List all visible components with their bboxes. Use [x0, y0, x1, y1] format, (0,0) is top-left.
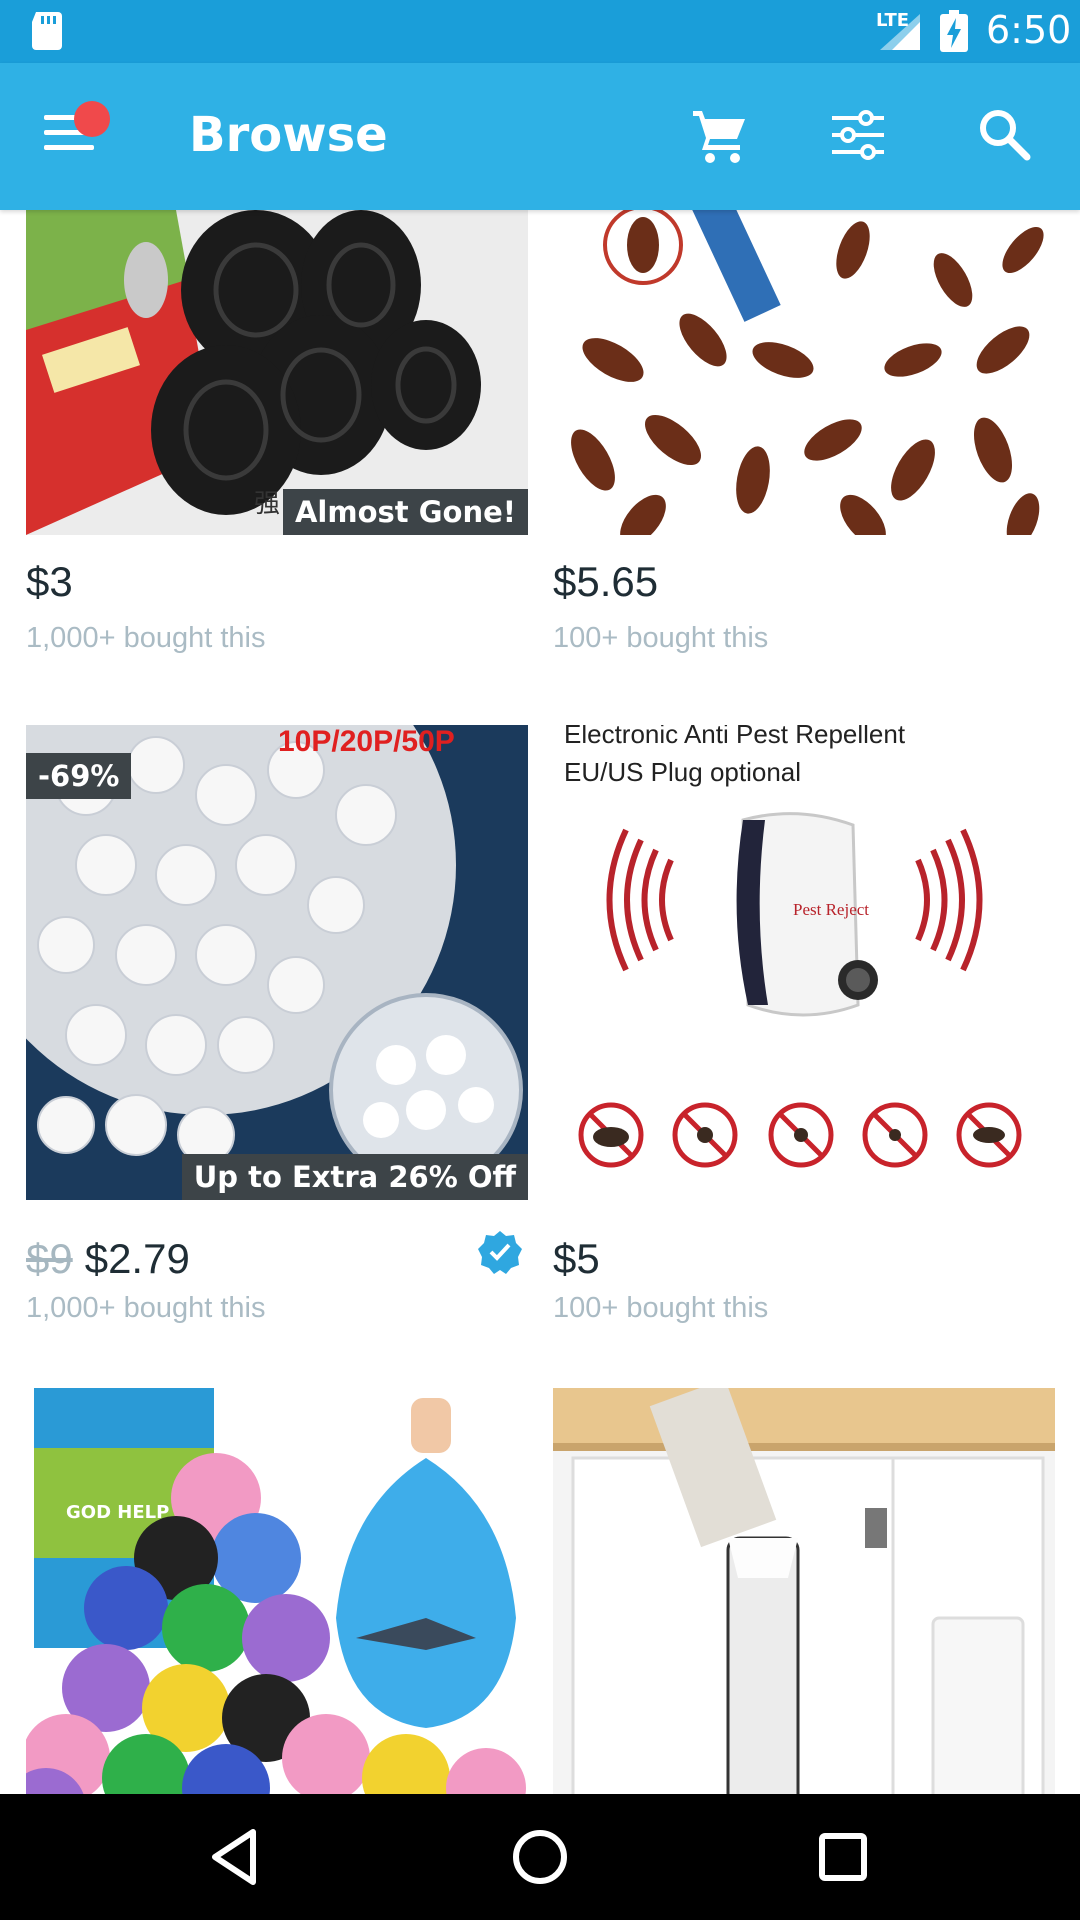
page-title: Browse [189, 107, 388, 163]
logo-text: Pest Reject [793, 900, 869, 919]
product-card[interactable]: 强 Almost Gone! $3 1,000+ bought this [26, 210, 528, 680]
recents-icon[interactable] [810, 1824, 876, 1890]
image-caption: Electronic Anti Pest Repellent [564, 725, 906, 749]
image-caption: EU/US Plug optional [564, 757, 801, 787]
original-price: $9 [26, 1235, 73, 1282]
sold-count: 100+ bought this [553, 622, 769, 654]
image-caption: 强 [254, 489, 280, 519]
price: $5 [553, 1235, 600, 1282]
colorful-bags-image: GOD HELP [26, 1388, 528, 1794]
product-image[interactable]: Electronic Anti Pest Repellent EU/US Plu… [553, 725, 1055, 1200]
product-card[interactable]: 10P/20P/50P -69% Up to Extra 26% Off $9 $… [26, 725, 528, 1335]
garbage-bag-rolls-image: 强 [26, 210, 528, 535]
price: $5.65 [553, 558, 659, 605]
discount-badge: -69% [26, 753, 132, 799]
app-bar: Browse [0, 63, 1080, 210]
product-card[interactable]: GOD HELP [26, 1388, 528, 1794]
image-caption: GOD HELP [66, 1502, 169, 1523]
cart-icon[interactable] [690, 105, 750, 165]
product-card[interactable] [553, 1388, 1055, 1794]
bag-dispenser-image [553, 1388, 1055, 1794]
back-icon[interactable] [203, 1824, 269, 1890]
signal-icon [880, 14, 920, 50]
clock: 6:50 [986, 8, 1072, 52]
sold-count: 100+ bought this [553, 1292, 769, 1324]
battery-charging-icon [940, 10, 968, 52]
product-image[interactable]: 10P/20P/50P -69% Up to Extra 26% Off [26, 725, 528, 1200]
product-grid: 强 Almost Gone! $3 1,000+ bought this $5.… [0, 210, 1080, 1794]
status-bar: LTE 6:50 [0, 0, 1080, 63]
extra-off-badge: Up to Extra 26% Off [181, 1154, 528, 1200]
product-image[interactable] [553, 1388, 1055, 1794]
verified-badge-icon [478, 1231, 522, 1274]
system-navigation-bar [0, 1794, 1080, 1920]
product-card[interactable]: Electronic Anti Pest Repellent EU/US Plu… [553, 725, 1055, 1335]
filter-icon[interactable] [828, 105, 888, 165]
sd-card-icon [32, 12, 62, 50]
search-icon[interactable] [975, 105, 1035, 165]
pest-repeller-image: Electronic Anti Pest Repellent EU/US Plu… [553, 725, 1055, 1200]
home-icon[interactable] [507, 1824, 573, 1890]
product-image[interactable] [553, 210, 1055, 535]
product-card[interactable]: $5.65 100+ bought this [553, 210, 1055, 680]
almost-gone-badge: Almost Gone! [282, 489, 528, 535]
cockroach-image [553, 210, 1055, 535]
price: $3 [26, 558, 73, 605]
sold-count: 1,000+ bought this [26, 622, 266, 654]
image-caption: 10P/20P/50P [278, 725, 455, 758]
product-image[interactable]: GOD HELP [26, 1388, 528, 1794]
sold-count: 1,000+ bought this [26, 1292, 266, 1324]
notification-dot [74, 101, 110, 137]
product-image[interactable]: 强 Almost Gone! [26, 210, 528, 535]
price: $9 $2.79 [26, 1235, 190, 1283]
sale-price: $2.79 [84, 1235, 190, 1282]
